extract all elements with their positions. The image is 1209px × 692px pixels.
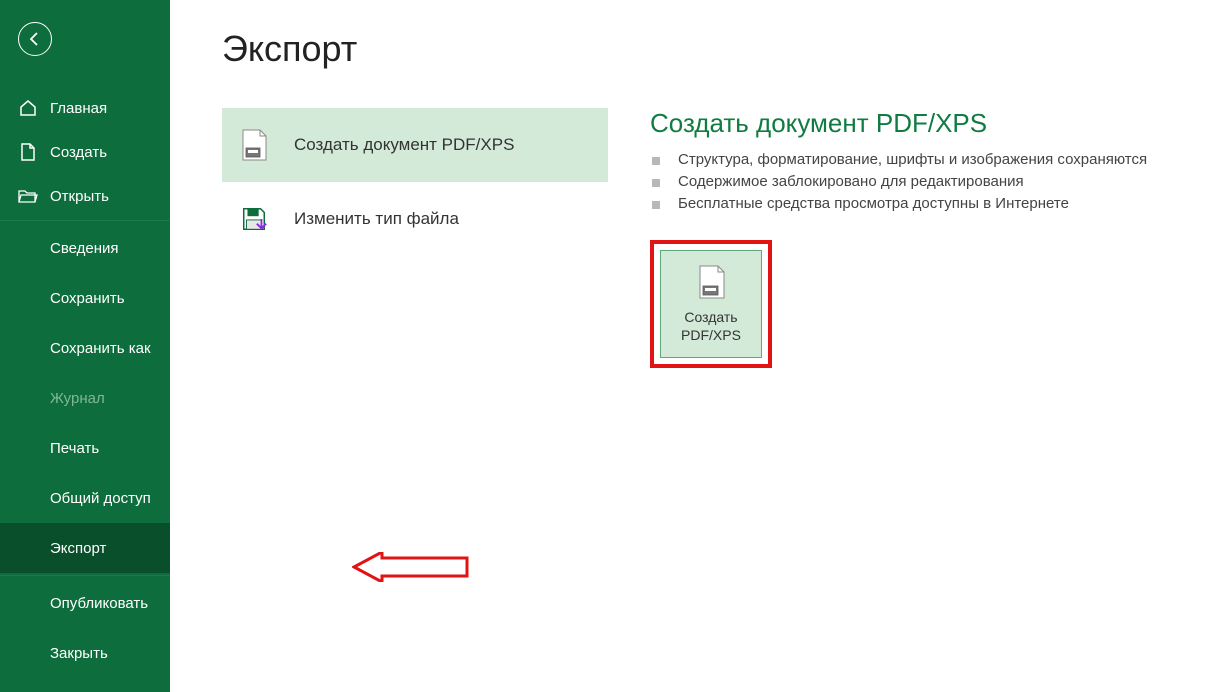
bullet-item: Структура, форматирование, шрифты и изоб… [650,151,1147,168]
option-create-pdf-xps[interactable]: Создать документ PDF/XPS [222,108,608,182]
pdf-document-icon [240,128,268,162]
nav-print-label: Печать [50,440,99,457]
main-content: Экспорт Создать документ PDF/XPS [170,0,1209,692]
nav-saveas-label: Сохранить как [50,340,151,357]
create-pdf-xps-button[interactable]: СоздатьPDF/XPS [660,250,762,358]
arrow-left-icon [27,31,43,47]
nav-save-label: Сохранить [50,290,125,307]
nav-share-label: Общий доступ [50,490,151,507]
nav-home-label: Главная [50,100,107,117]
backstage-sidebar: Главная Создать Открыть Сведения Сохрани… [0,0,170,692]
nav-info-label: Сведения [50,240,119,257]
page-title: Экспорт [222,28,357,70]
nav-new-label: Создать [50,144,107,161]
bullet-item: Содержимое заблокировано для редактирова… [650,173,1147,190]
export-options-list: Создать документ PDF/XPS Изменить тип фа… [222,108,608,692]
nav-home[interactable]: Главная [0,86,170,130]
pdf-document-icon [696,264,726,300]
nav-save[interactable]: Сохранить [0,273,170,323]
nav-new[interactable]: Создать [0,130,170,174]
save-as-icon [240,202,268,236]
bullet-item: Бесплатные средства просмотра доступны в… [650,195,1147,212]
nav-export[interactable]: Экспорт [0,523,170,573]
option-pdf-label: Создать документ PDF/XPS [294,135,514,155]
create-pdf-button-label: СоздатьPDF/XPS [681,308,741,344]
folder-open-icon [18,186,38,206]
detail-pane: Создать документ PDF/XPS Структура, форм… [650,108,1147,692]
document-icon [18,142,38,162]
option-change-file-type[interactable]: Изменить тип файла [222,182,608,256]
home-icon [18,98,38,118]
nav-close[interactable]: Закрыть [0,628,170,678]
nav-close-label: Закрыть [50,645,108,662]
back-button[interactable] [18,22,52,56]
nav-print[interactable]: Печать [0,423,170,473]
nav-export-label: Экспорт [50,540,106,557]
nav-publish-label: Опубликовать [50,595,148,612]
nav-open[interactable]: Открыть [0,174,170,218]
nav-saveas[interactable]: Сохранить как [0,323,170,373]
annotation-arrow-icon [352,552,472,582]
nav-history: Журнал [0,373,170,423]
nav-info[interactable]: Сведения [0,223,170,273]
nav-share[interactable]: Общий доступ [0,473,170,523]
detail-title: Создать документ PDF/XPS [650,108,1147,139]
nav-history-label: Журнал [50,390,105,407]
annotation-highlight-box: СоздатьPDF/XPS [650,240,772,368]
option-changetype-label: Изменить тип файла [294,209,459,229]
separator [0,220,170,221]
nav-publish[interactable]: Опубликовать [0,578,170,628]
nav-open-label: Открыть [50,188,109,205]
detail-bullets: Структура, форматирование, шрифты и изоб… [650,151,1147,212]
separator [0,575,170,576]
